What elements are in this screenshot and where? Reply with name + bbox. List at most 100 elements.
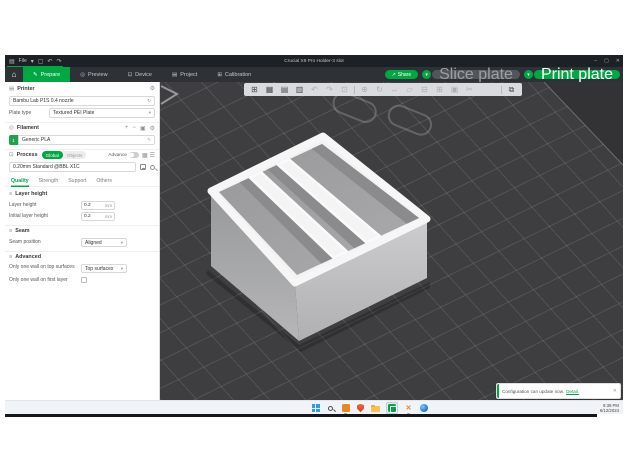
tab-calibration[interactable]: ⊞ Calibration: [207, 67, 261, 82]
tab-label: Calibration: [225, 72, 251, 78]
plate-type-dropdown[interactable]: Textured PEI Plate ▾: [49, 108, 155, 118]
rotate-icon[interactable]: ↻: [372, 83, 387, 96]
scope-objects[interactable]: Objects: [63, 153, 87, 158]
advance-toggle[interactable]: [129, 152, 139, 158]
printer-settings-gear-icon[interactable]: ⚙: [150, 85, 155, 92]
process-scope-toggle[interactable]: Global Objects: [42, 151, 87, 159]
undo-icon[interactable]: ↶: [47, 58, 52, 65]
split-to-parts-icon[interactable]: ⊞: [432, 83, 447, 96]
param-table-icon[interactable]: ▦: [142, 152, 148, 159]
scale-icon[interactable]: ↔: [387, 83, 402, 96]
remove-filament-icon[interactable]: −: [132, 125, 136, 131]
chevron-down-icon: ▾: [149, 110, 151, 116]
move-icon[interactable]: ⊕: [357, 83, 372, 96]
notification-close-icon[interactable]: ✕: [613, 388, 617, 394]
home-button[interactable]: ⌂: [5, 67, 23, 82]
auto-orient-icon[interactable]: ▤: [277, 83, 292, 96]
flushing-volumes-icon[interactable]: ▣: [140, 125, 146, 132]
scope-global[interactable]: Global: [42, 151, 63, 159]
split-to-objects-icon[interactable]: ⊟: [417, 83, 432, 96]
tab-strength[interactable]: Strength: [39, 175, 59, 187]
search-icon: [328, 406, 333, 411]
viewport-3d[interactable]: ⊞ ▦ ▤ ▥ ↶ ↷ ⊡ ⊕ ↻ ↔ ▱ ⊟ ⊞ ▣ ✂ ⧉: [160, 82, 623, 400]
filament-color-swatch[interactable]: 1: [9, 135, 18, 145]
param-list-icon[interactable]: ☰: [150, 152, 155, 159]
seam-section-title: Seam: [15, 228, 29, 234]
arrange-icon[interactable]: ▥: [292, 83, 307, 96]
model-holder-3slot[interactable]: [211, 136, 427, 341]
redo-icon[interactable]: ↷: [56, 58, 61, 65]
process-icon: ⊡: [9, 152, 14, 158]
restore-button[interactable]: ▢: [604, 58, 609, 64]
seam-position-label: Seam position: [9, 239, 81, 245]
taskbar-search[interactable]: [326, 404, 335, 413]
new-project-icon[interactable]: ▢: [38, 58, 44, 65]
slice-plate-button[interactable]: Slice plate: [432, 70, 520, 79]
variable-layer-height-icon[interactable]: ▣: [447, 83, 462, 96]
process-tabs: Quality Strength Support Others: [5, 175, 159, 187]
file-menu-caret-icon[interactable]: ▾: [31, 58, 34, 65]
lay-on-face-icon[interactable]: ▱: [402, 83, 417, 96]
layer-height-input[interactable]: [84, 203, 100, 208]
edit-filament-icon[interactable]: ✎: [147, 137, 151, 143]
tab-support[interactable]: Support: [68, 175, 86, 187]
tab-preview[interactable]: ◎ Preview: [70, 67, 117, 82]
settings-sidebar: ▤ Printer ⚙ Bambu Lab P1S 0.4 nozzle ↻ P…: [5, 82, 160, 400]
add-plate-icon[interactable]: ▦: [262, 83, 277, 96]
initial-layer-height-input[interactable]: [84, 214, 100, 219]
notification-detail-link[interactable]: Detail.: [566, 389, 579, 394]
active-app-frame: [386, 402, 398, 414]
assembly-view-icon[interactable]: ⧉: [504, 83, 519, 96]
prepare-icon: ✎: [33, 72, 38, 78]
search-params-icon[interactable]: [150, 165, 155, 170]
redo-icon[interactable]: ↷: [322, 83, 337, 96]
filament-dropdown[interactable]: Generic PLA ✎: [18, 135, 155, 145]
calibration-icon: ⊞: [217, 72, 222, 78]
close-button[interactable]: ✕: [616, 58, 620, 64]
taskbar-edge[interactable]: [419, 404, 428, 413]
filament-settings-gear-icon[interactable]: ⚙: [150, 125, 155, 132]
filament-title: Filament: [17, 125, 39, 131]
print-options-caret-icon[interactable]: ▾: [524, 70, 533, 79]
process-preset-dropdown[interactable]: 0.20mm Standard @BBL X1C: [9, 162, 136, 172]
windows-icon: [312, 404, 320, 412]
tab-others[interactable]: Others: [96, 175, 112, 187]
layer-height-section: ≡ Layer height: [5, 188, 159, 199]
clone-icon[interactable]: ⊡: [337, 83, 352, 96]
windows-taskbar: ✕ 9:39 PM 6/12/2024: [5, 400, 623, 414]
start-button[interactable]: [311, 404, 320, 413]
taskbar-security[interactable]: [356, 404, 365, 413]
add-object-icon[interactable]: ⊞: [247, 83, 262, 96]
folder-icon: [371, 406, 380, 412]
taskbar-file-explorer[interactable]: [371, 404, 380, 413]
taskbar-bambu-studio[interactable]: [386, 402, 398, 414]
save-preset-icon[interactable]: [140, 164, 146, 170]
slice-options-caret-icon[interactable]: ▾: [422, 70, 431, 79]
share-button[interactable]: ↗ Share: [385, 70, 419, 79]
printer-preset-dropdown[interactable]: Bambu Lab P1S 0.4 nozzle ↻: [9, 96, 155, 106]
layer-height-input-box: mm: [81, 201, 115, 210]
add-filament-icon[interactable]: +: [125, 125, 129, 131]
only-one-wall-first-layer-checkbox[interactable]: [81, 277, 87, 283]
cut-icon[interactable]: ✂: [462, 83, 477, 96]
seam-position-dropdown[interactable]: Aligned ▾: [81, 238, 127, 247]
tab-label: Project: [180, 72, 197, 78]
tab-quality[interactable]: Quality: [11, 175, 29, 187]
print-plate-button[interactable]: Print plate: [534, 70, 620, 79]
minimize-button[interactable]: –: [594, 58, 597, 64]
taskbar-app-x[interactable]: ✕: [404, 404, 413, 413]
undo-icon[interactable]: ↶: [307, 83, 322, 96]
only-one-wall-top-dropdown[interactable]: Top surfaces ▾: [81, 264, 127, 273]
toolbar-separator: [354, 86, 355, 94]
file-menu[interactable]: File: [19, 58, 27, 64]
tab-device[interactable]: ⊡ Device: [118, 67, 162, 82]
sync-icon: ↻: [147, 98, 151, 104]
section-icon: ≡: [9, 254, 12, 260]
tab-project[interactable]: ▤ Project: [162, 67, 207, 82]
taskbar-app-orange[interactable]: [341, 404, 350, 413]
tab-prepare[interactable]: ✎ Prepare: [23, 67, 70, 82]
unit-label: mm: [105, 203, 112, 208]
app-logo-icon: ▤: [9, 58, 15, 65]
taskbar-clock[interactable]: 9:39 PM 6/12/2024: [600, 403, 619, 414]
chevron-down-icon: ▾: [121, 266, 123, 272]
